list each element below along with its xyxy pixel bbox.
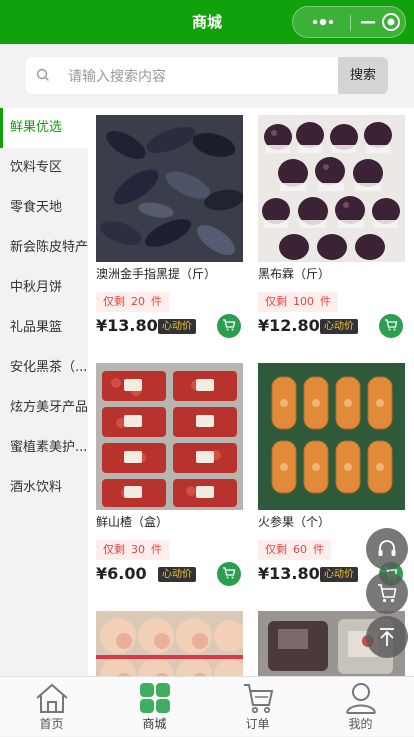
product-image-peaches[interactable] <box>96 611 243 676</box>
tab-home[interactable]: 首页 <box>0 677 103 737</box>
add-to-cart-button[interactable] <box>217 562 241 586</box>
cart-icon <box>385 319 398 331</box>
product-name: 黑布霖（斤） <box>258 267 331 281</box>
promo-tag: 心动价 <box>158 567 196 582</box>
tab-mall[interactable]: 商城 <box>103 677 206 737</box>
cart-icon <box>223 567 236 579</box>
more-menu-icon[interactable] <box>303 7 343 37</box>
sidebar-item-snacks[interactable]: 零食天地 <box>0 188 88 228</box>
product-image-black-grapes[interactable] <box>96 115 243 262</box>
stock-badge: 仅剩 100 件 <box>258 292 338 312</box>
sidebar-item-mooncakes[interactable]: 中秋月饼 <box>0 268 88 308</box>
sidebar-item-fruit-baskets[interactable]: 礼品果篮 <box>0 308 88 348</box>
search-box: 搜索 <box>26 57 388 94</box>
cart-icon <box>243 684 273 714</box>
product-card[interactable]: 澳洲金手指黑提（斤） 仅剩 20 件 ¥13.80 心动价 <box>96 115 243 340</box>
product-price: ¥13.80 <box>96 316 158 335</box>
user-icon <box>345 683 376 714</box>
sidebar-item-beauty-care[interactable]: 蜜植素美护... <box>0 428 88 468</box>
customer-service-button[interactable] <box>366 528 408 570</box>
headset-icon <box>378 540 396 556</box>
mini-program-capsule <box>292 6 406 38</box>
home-icon <box>35 683 68 713</box>
promo-tag: 心动价 <box>158 319 196 334</box>
bottom-tab-bar: 首页 商城 订单 我的 <box>0 676 414 736</box>
sidebar-item-liquor[interactable]: 酒水饮料 <box>0 468 88 508</box>
sidebar-item-fresh-fruit[interactable]: 鲜果优选 <box>0 108 88 148</box>
product-image-hawthorn[interactable] <box>96 363 243 510</box>
product-price: ¥13.80 <box>258 564 320 583</box>
add-to-cart-button[interactable] <box>217 314 241 338</box>
tab-orders[interactable]: 订单 <box>206 677 309 737</box>
minimize-icon[interactable] <box>355 7 379 37</box>
sidebar-item-dark-tea[interactable]: 安化黑茶（... <box>0 348 88 388</box>
close-target-icon[interactable] <box>377 7 405 37</box>
add-to-cart-button[interactable] <box>379 314 403 338</box>
product-price: ¥12.80 <box>258 316 320 335</box>
sidebar-item-tangerine-peel[interactable]: 新会陈皮特产 <box>0 228 88 268</box>
search-button[interactable]: 搜索 <box>338 57 388 94</box>
tab-label: 我的 <box>348 717 373 731</box>
back-to-top-button[interactable] <box>366 616 408 658</box>
tab-profile[interactable]: 我的 <box>309 677 412 737</box>
product-card[interactable]: 黑布霖（斤） 仅剩 100 件 ¥12.80 心动价 <box>258 115 405 340</box>
sidebar-item-teeth-products[interactable]: 炫方美牙产品 <box>0 388 88 428</box>
category-sidebar: 鲜果优选 饮料专区 零食天地 新会陈皮特产 中秋月饼 礼品果篮 安化黑茶（...… <box>0 108 88 676</box>
product-image-plums[interactable] <box>258 115 405 262</box>
stock-badge: 仅剩 60 件 <box>258 540 331 560</box>
arrow-up-icon <box>380 628 394 646</box>
search-icon <box>36 68 49 81</box>
stock-badge: 仅剩 30 件 <box>96 540 169 560</box>
tab-label: 订单 <box>245 717 270 731</box>
product-price: ¥6.00 <box>96 564 147 583</box>
stock-badge: 仅剩 20 件 <box>96 292 169 312</box>
top-bar: 商城 <box>0 0 414 44</box>
grid-icon <box>139 683 170 713</box>
product-name: 鲜山楂（盒） <box>96 515 169 529</box>
shopping-cart-button[interactable] <box>366 572 408 614</box>
promo-tag: 心动价 <box>320 567 358 582</box>
sidebar-item-drinks[interactable]: 饮料专区 <box>0 148 88 188</box>
cart-icon <box>223 319 236 331</box>
tab-label: 首页 <box>39 717 64 731</box>
cart-icon <box>378 584 397 603</box>
product-image-horned-melon[interactable] <box>258 363 405 510</box>
search-bar: 搜索 <box>0 44 414 108</box>
promo-tag: 心动价 <box>320 319 358 334</box>
product-card[interactable] <box>96 611 243 676</box>
search-input[interactable] <box>66 57 340 94</box>
tab-label: 商城 <box>142 717 167 731</box>
product-card[interactable]: 鲜山楂（盒） 仅剩 30 件 ¥6.00 心动价 <box>96 363 243 588</box>
product-name: 澳洲金手指黑提（斤） <box>96 267 217 281</box>
